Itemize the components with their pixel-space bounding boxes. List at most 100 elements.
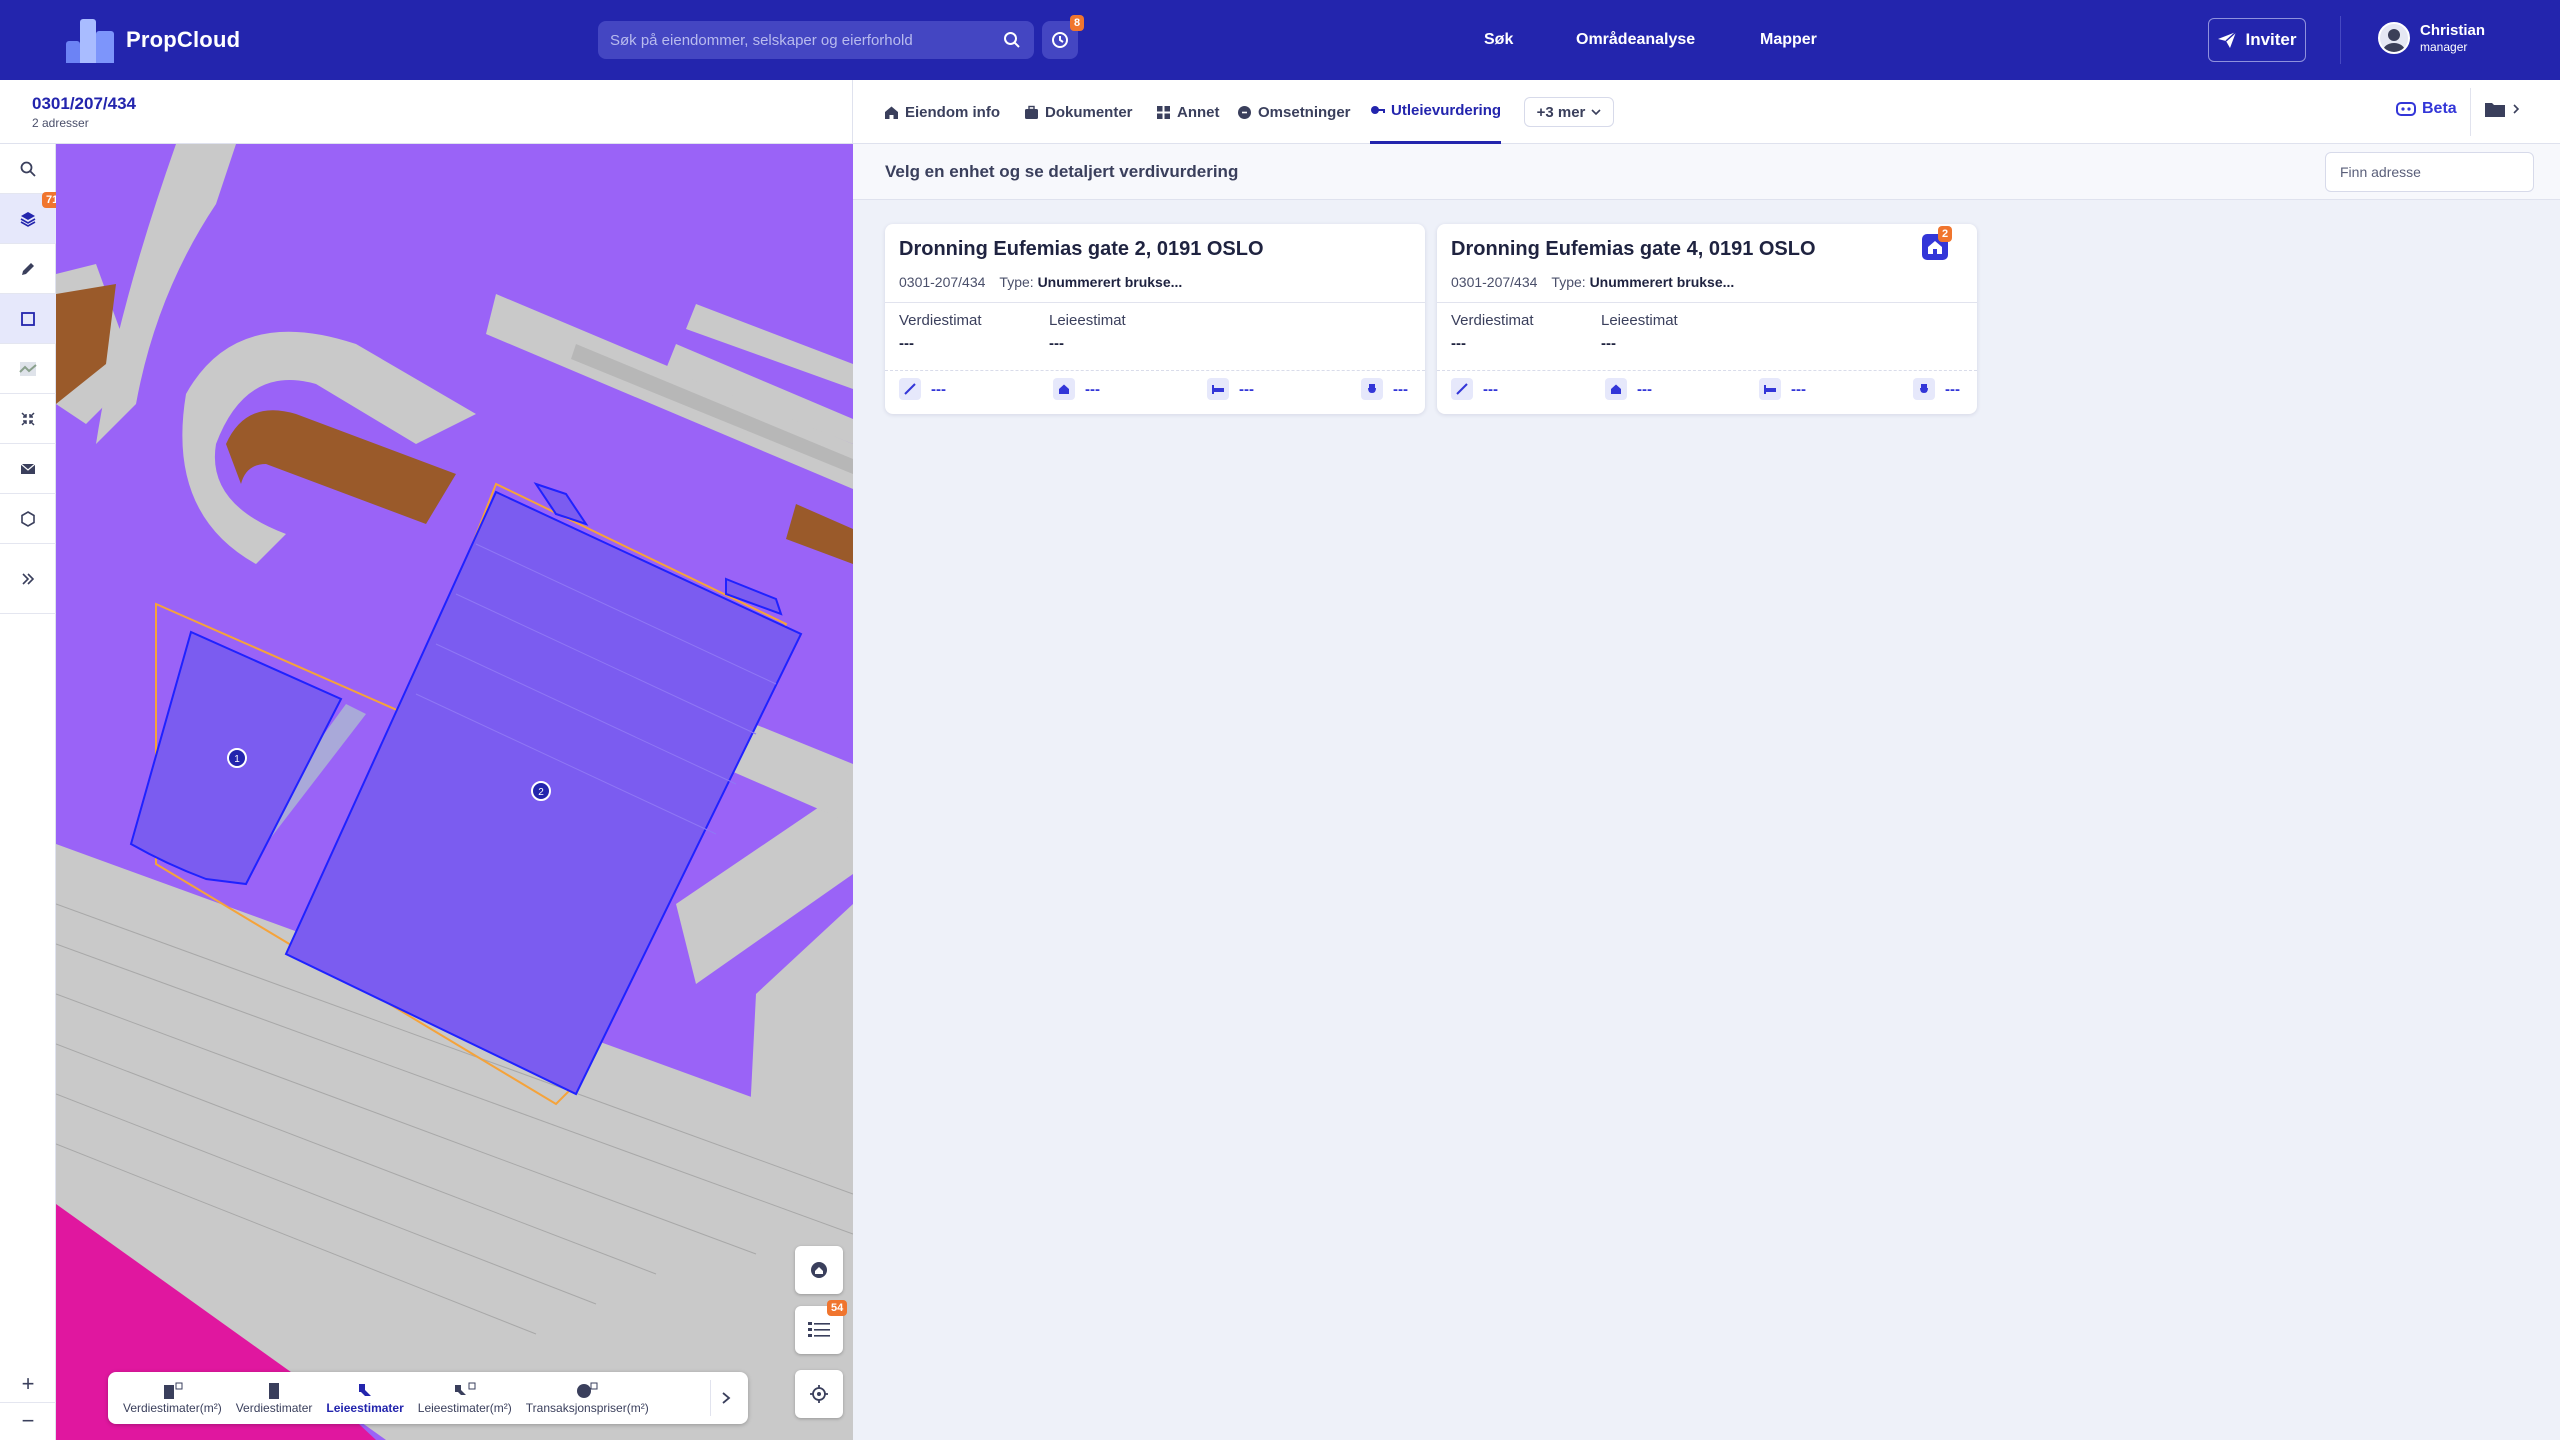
legend-rent[interactable]: Leieestimater: [319, 1381, 410, 1415]
stat-bedrooms: ---: [1207, 378, 1254, 400]
more-tabs-dropdown[interactable]: +3 mer: [1524, 97, 1614, 127]
user-menu[interactable]: Christian manager: [2378, 22, 2485, 54]
stat-area: ---: [1451, 378, 1498, 400]
card-dashed-divider: [1437, 370, 1977, 371]
map-canvas: 1 2: [56, 144, 853, 1440]
type-label: Type:: [999, 274, 1034, 290]
map-home-button[interactable]: [795, 1246, 843, 1294]
tab-transactions[interactable]: Omsetninger: [1237, 80, 1351, 144]
basemap-button[interactable]: [0, 344, 56, 394]
app-logo[interactable]: PropCloud: [62, 16, 240, 64]
unit-card[interactable]: Dronning Eufemias gate 2, 0191 OSLO 0301…: [885, 224, 1425, 414]
map-marker-1[interactable]: 1: [227, 748, 247, 768]
map-search-button[interactable]: [0, 144, 56, 194]
select-area-button[interactable]: [0, 294, 56, 344]
paper-plane-icon: [2218, 31, 2237, 48]
unit-card[interactable]: Dronning Eufemias gate 4, 0191 OSLO 2 03…: [1437, 224, 1977, 414]
nav-divider: [2340, 16, 2341, 64]
history-count-badge: 8: [1070, 15, 1085, 31]
unit-id: 0301-207/434: [899, 274, 986, 290]
collapse-button[interactable]: [0, 394, 56, 444]
invite-label: Inviter: [2245, 30, 2297, 49]
nav-folders[interactable]: Mapper: [1760, 0, 1817, 80]
map-view[interactable]: 1 2 54 Verdiestimater(m²) Verdiestimater…: [56, 144, 853, 1440]
zoom-in-button[interactable]: +: [0, 1366, 56, 1402]
crosshair-icon: [810, 1385, 828, 1403]
stat-value: ---: [1393, 380, 1408, 398]
user-role: manager: [2420, 40, 2468, 54]
beta-button[interactable]: Beta: [2396, 100, 2457, 118]
user-name: Christian: [2420, 22, 2486, 39]
nav-area-analysis[interactable]: Områdeanalyse: [1576, 0, 1695, 80]
layers-button[interactable]: 71: [0, 192, 63, 244]
stat-value: ---: [1239, 380, 1254, 398]
legend-transaction-prices[interactable]: Transaksjonspriser(m²): [519, 1381, 656, 1415]
folder-button[interactable]: [2484, 100, 2520, 118]
address-count: 2 adresser: [32, 116, 89, 130]
mail-icon: [20, 463, 36, 474]
value-estimate: Verdiestimat ---: [1451, 312, 1534, 352]
search-input[interactable]: [610, 31, 1002, 49]
value-estimate: Verdiestimat ---: [899, 312, 982, 352]
card-divider: [1437, 302, 1977, 303]
coin-sqm-icon: [577, 1382, 598, 1398]
legend-value-per-sqm[interactable]: Verdiestimater(m²): [116, 1381, 229, 1415]
unit-id: 0301-207/434: [1451, 274, 1538, 290]
chevron-right-icon: [721, 1392, 730, 1404]
content-heading: Velg en enhet og se detaljert verdivurde…: [885, 162, 1239, 181]
invite-button[interactable]: Inviter: [2208, 18, 2306, 62]
locate-me-button[interactable]: [795, 1370, 843, 1418]
legend-value[interactable]: Verdiestimater: [229, 1381, 320, 1415]
polygon-button[interactable]: [0, 494, 56, 544]
home-icon: [1605, 378, 1627, 400]
key-icon: [1371, 106, 1385, 114]
draw-button[interactable]: [0, 244, 56, 294]
stat-value: ---: [1945, 380, 1960, 398]
property-code[interactable]: 0301/207/434: [32, 94, 136, 114]
legend-label: Leieestimater(m²): [417, 1401, 512, 1415]
global-search: [598, 21, 1034, 59]
zoom-out-button[interactable]: −: [0, 1402, 56, 1438]
value-estimate-label: Verdiestimat: [1451, 312, 1534, 329]
square-select-icon: [21, 311, 35, 326]
find-address-field: [2325, 152, 2534, 192]
propcloud-logo-icon: [62, 17, 118, 63]
legend-next-button[interactable]: [710, 1380, 740, 1416]
legend-rent-per-sqm[interactable]: Leieestimater(m²): [411, 1381, 519, 1415]
find-address-input[interactable]: [2340, 164, 2521, 180]
history-button[interactable]: 8: [1042, 15, 1085, 59]
stat-bathrooms: ---: [1361, 378, 1408, 400]
history-icon: [1052, 32, 1068, 48]
map-marker-2[interactable]: 2: [531, 781, 551, 801]
mail-button[interactable]: [0, 444, 56, 494]
rent-estimate: Leieestimat ---: [1049, 312, 1126, 352]
content-header: Velg en enhet og se detaljert verdivurde…: [853, 144, 2560, 200]
tab-other[interactable]: Annet: [1156, 80, 1220, 144]
map-tool-rail: 71 + −: [0, 144, 63, 1440]
stat-bedrooms: ---: [1759, 378, 1806, 400]
ruler-icon: [899, 378, 921, 400]
map-list-button[interactable]: 54: [795, 1300, 848, 1354]
expand-rail-button[interactable]: [0, 544, 56, 614]
tab-rental-assessment[interactable]: Utleievurdering: [1370, 80, 1502, 144]
legend-label: Leieestimater: [326, 1401, 404, 1415]
legend-label: Transaksjonspriser(m²): [525, 1401, 649, 1415]
app-name: PropCloud: [126, 27, 241, 52]
tab-label: Dokumenter: [1045, 103, 1133, 121]
nav-search[interactable]: Søk: [1484, 0, 1513, 80]
double-chevron-right-icon: [22, 572, 35, 585]
unit-count-button[interactable]: 2: [1922, 226, 1953, 260]
key-icon: [359, 1384, 372, 1396]
tab-documents[interactable]: Dokumenter: [1024, 80, 1133, 144]
tab-property-info[interactable]: Eiendom info: [884, 80, 1000, 144]
rent-estimate-label: Leieestimat: [1601, 312, 1678, 329]
collapse-arrows-icon: [21, 411, 35, 426]
stat-value: ---: [931, 380, 946, 398]
unit-type: Type: Unummerert brukse...: [999, 274, 1182, 290]
tab-label: Utleievurdering: [1391, 102, 1502, 119]
type-value: Unummerert bruksе...: [1589, 274, 1735, 290]
grid-icon: [1157, 105, 1170, 119]
search-icon[interactable]: [1002, 30, 1022, 50]
avatar: [2378, 22, 2410, 54]
card-dashed-divider: [885, 370, 1425, 371]
